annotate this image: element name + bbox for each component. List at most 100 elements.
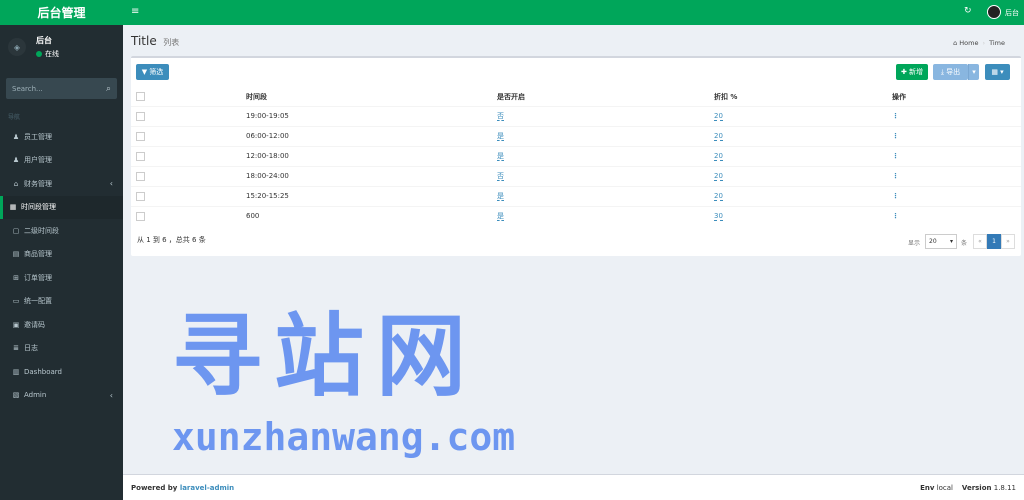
monitor-icon: ▭ <box>12 297 20 306</box>
page-current-button[interactable]: 1 <box>987 234 1001 249</box>
code-icon: ▣ <box>12 320 20 329</box>
user-panel: ◈ 后台 在线 <box>0 29 123 65</box>
row-actions-icon[interactable]: ⋮ <box>892 212 899 220</box>
sidebar-item[interactable]: ▦ 时间段管理 <box>0 195 123 219</box>
tasks-icon: ▧ <box>12 391 20 400</box>
sidebar-item[interactable]: ▢ 二级时间段 <box>0 219 123 243</box>
sidebar-item-label: 日志 <box>24 344 38 353</box>
col-discount: 折扣 % <box>714 88 892 107</box>
cell-time: 19:00-19:05 <box>246 105 497 126</box>
chevron-left-icon: ‹ <box>109 390 113 400</box>
calendar-icon: ▢ <box>12 226 20 235</box>
sidebar-item-label: Admin <box>24 391 47 400</box>
row-actions-icon[interactable]: ⋮ <box>892 172 899 180</box>
search-input[interactable] <box>12 84 106 93</box>
page-subtitle: 列表 <box>163 38 180 47</box>
sidebar-item[interactable]: ⌂ 财务管理 ‹ <box>0 172 123 196</box>
table-row: 12:00-18:00 是 20 ⋮ <box>131 145 1021 166</box>
top-navbar: ≡ ↻ 后台 <box>123 0 1024 25</box>
breadcrumb: ⌂ Home › Time <box>953 39 1005 47</box>
menu-toggle-icon[interactable]: ≡ <box>131 6 139 17</box>
data-box: ▼ 筛选 ✚ 新增 ⤓ 导出 ▾ ▦ ▾ 时间段 是否开启 折扣 % 操作 19… <box>131 56 1021 256</box>
cell-open[interactable]: 否 <box>497 112 504 121</box>
row-actions-icon[interactable]: ⋮ <box>892 132 899 140</box>
per-page-unit: 条 <box>961 240 968 247</box>
cell-discount[interactable]: 20 <box>714 152 723 161</box>
user-name: 后台 <box>36 36 52 45</box>
laravel-admin-link[interactable]: laravel-admin <box>180 484 234 492</box>
sidebar-item[interactable]: ⊞ 订单管理 <box>0 266 123 290</box>
columns-button[interactable]: ▦ ▾ <box>985 64 1010 80</box>
cell-discount[interactable]: 20 <box>714 192 723 201</box>
table-row: 600 是 30 ⋮ <box>131 205 1021 226</box>
table-row: 06:00-12:00 是 20 ⋮ <box>131 125 1021 146</box>
sidebar-item[interactable]: ▥ Dashboard <box>0 360 123 384</box>
cell-open[interactable]: 否 <box>497 172 504 181</box>
bank-icon: ⌂ <box>13 179 19 188</box>
row-checkbox[interactable] <box>136 171 145 181</box>
logo[interactable]: 后台管理 <box>0 0 123 25</box>
page-next-button[interactable]: » <box>1001 234 1015 249</box>
chevron-down-icon: ▾ <box>949 238 953 245</box>
select-all-checkbox[interactable] <box>136 92 145 102</box>
header-avatar[interactable] <box>987 5 1001 19</box>
calendar-icon: ▦ <box>9 203 17 212</box>
product-icon: ▤ <box>12 250 20 259</box>
row-checkbox[interactable] <box>136 151 145 161</box>
version-value: 1.8.11 <box>993 484 1016 492</box>
cell-time: 600 <box>246 205 497 226</box>
sidebar-item-label: Dashboard <box>24 367 62 376</box>
sidebar-item-label: 用户管理 <box>24 156 52 165</box>
sidebar-item-label: 员工管理 <box>24 132 52 141</box>
search-icon[interactable]: ⌕ <box>106 84 111 94</box>
new-button[interactable]: ✚ 新增 <box>896 64 928 80</box>
refresh-icon[interactable]: ↻ <box>964 6 972 16</box>
user-icon: ♟ <box>12 132 20 141</box>
footer: Powered by laravel-admin Env local Versi… <box>123 474 1024 500</box>
data-table: 时间段 是否开启 折扣 % 操作 19:00-19:05 否 20 ⋮ 06:00-12… <box>131 88 1021 226</box>
online-dot-icon <box>36 51 42 57</box>
row-actions-icon[interactable]: ⋮ <box>892 112 899 120</box>
row-actions-icon[interactable]: ⋮ <box>892 192 899 200</box>
sidebar-item[interactable]: ♟ 用户管理 <box>0 149 123 173</box>
breadcrumb-current: Time <box>989 39 1005 47</box>
col-actions: 操作 <box>892 88 1021 107</box>
sidebar-item[interactable]: ▧ Admin ‹ <box>0 384 123 408</box>
cell-open[interactable]: 是 <box>497 212 504 222</box>
cell-time: 06:00-12:00 <box>246 125 497 146</box>
cell-open[interactable]: 是 <box>497 152 504 161</box>
menu-header: 导航 <box>8 114 21 121</box>
row-actions-icon[interactable]: ⋮ <box>892 152 899 160</box>
export-button[interactable]: ⤓ 导出 <box>933 64 968 80</box>
cell-time: 18:00-24:00 <box>246 165 497 186</box>
sidebar-item-label: 订单管理 <box>24 273 52 282</box>
header-user-name[interactable]: 后台 <box>1005 8 1019 18</box>
watermark-cn: 寻站网 <box>172 304 478 409</box>
env-label: Env <box>920 484 935 492</box>
row-checkbox[interactable] <box>136 111 145 121</box>
row-checkbox[interactable] <box>136 191 145 201</box>
sidebar-item[interactable]: ▭ 统一配置 <box>0 290 123 314</box>
cell-discount[interactable]: 30 <box>714 212 723 222</box>
row-checkbox[interactable] <box>136 211 145 221</box>
row-checkbox[interactable] <box>136 131 145 141</box>
table-row: 18:00-24:00 否 20 ⋮ <box>131 165 1021 186</box>
sidebar-item[interactable]: ▤ 商品管理 <box>0 243 123 267</box>
page-prev-button[interactable]: « <box>973 234 987 249</box>
sidebar-item[interactable]: ≣ 日志 <box>0 337 123 361</box>
cart-icon: ⊞ <box>13 273 19 282</box>
cell-discount[interactable]: 20 <box>714 172 723 181</box>
list-icon: ≣ <box>13 344 19 353</box>
cell-discount[interactable]: 20 <box>714 112 723 121</box>
filter-button[interactable]: ▼ 筛选 <box>136 64 169 80</box>
cell-discount[interactable]: 20 <box>714 132 723 141</box>
cell-open[interactable]: 是 <box>497 132 504 141</box>
cell-open[interactable]: 是 <box>497 192 504 201</box>
export-dropdown-button[interactable]: ▾ <box>968 64 979 80</box>
per-page-select[interactable]: 20 ▾ <box>925 234 957 249</box>
sidebar-item-label: 时间段管理 <box>21 203 56 212</box>
breadcrumb-home[interactable]: Home <box>959 39 978 47</box>
sidebar-item[interactable]: ▣ 邀请码 <box>0 313 123 337</box>
user-status: 在线 <box>36 49 59 59</box>
sidebar-item[interactable]: ♟ 员工管理 <box>0 125 123 149</box>
